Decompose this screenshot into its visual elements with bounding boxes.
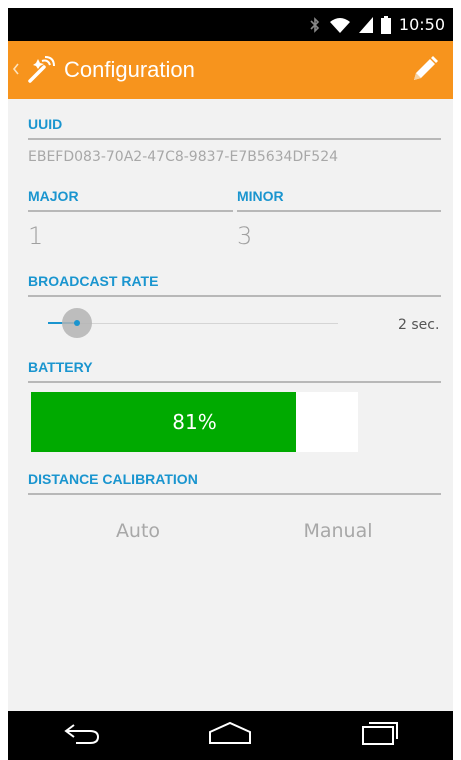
- broadcast-rate-slider-thumb[interactable]: [62, 308, 92, 338]
- chevron-left-icon[interactable]: [12, 61, 22, 80]
- major-value: 1: [28, 222, 44, 250]
- status-bar: 10:50: [8, 8, 453, 41]
- recent-apps-icon: [359, 720, 399, 751]
- major-label: MAJOR: [28, 188, 233, 212]
- wifi-icon: [329, 17, 351, 33]
- uuid-value: EBEFD083-70A2-47C8-9837-E7B5634DF524: [28, 149, 339, 165]
- distance-calibration-label: DISTANCE CALIBRATION: [28, 471, 441, 495]
- navigation-bar: [8, 711, 453, 760]
- pencil-icon: [410, 54, 440, 89]
- home-button[interactable]: [200, 716, 260, 756]
- broadcast-rate-label: BROADCAST RATE: [28, 273, 441, 297]
- battery-level-bar: 81%: [31, 392, 358, 452]
- battery-percent: 81%: [172, 410, 217, 434]
- bluetooth-icon: [309, 16, 321, 33]
- calibration-auto-option[interactable]: Auto: [68, 520, 208, 542]
- phone-screen: 10:50 Configuration UUID EBEFD083-70A2-4…: [8, 8, 453, 760]
- action-bar: Configuration: [8, 41, 453, 99]
- battery-label: BATTERY: [28, 359, 441, 383]
- home-icon: [207, 720, 253, 751]
- page-title: Configuration: [64, 57, 195, 82]
- slider-thumb-dot: [74, 320, 80, 326]
- broadcast-rate-value: 2 sec.: [398, 317, 440, 333]
- status-time: 10:50: [398, 15, 445, 34]
- battery-icon: [380, 15, 391, 34]
- back-icon: [62, 721, 102, 750]
- calibration-manual-option[interactable]: Manual: [268, 520, 408, 542]
- edit-button[interactable]: [409, 55, 441, 87]
- signal-icon: [358, 16, 373, 33]
- recent-apps-button[interactable]: [349, 716, 409, 756]
- minor-value: 3: [237, 222, 253, 250]
- beacon-wand-icon[interactable]: [26, 55, 56, 85]
- back-button[interactable]: [52, 716, 112, 756]
- minor-label: MINOR: [237, 188, 441, 212]
- uuid-label: UUID: [28, 116, 441, 140]
